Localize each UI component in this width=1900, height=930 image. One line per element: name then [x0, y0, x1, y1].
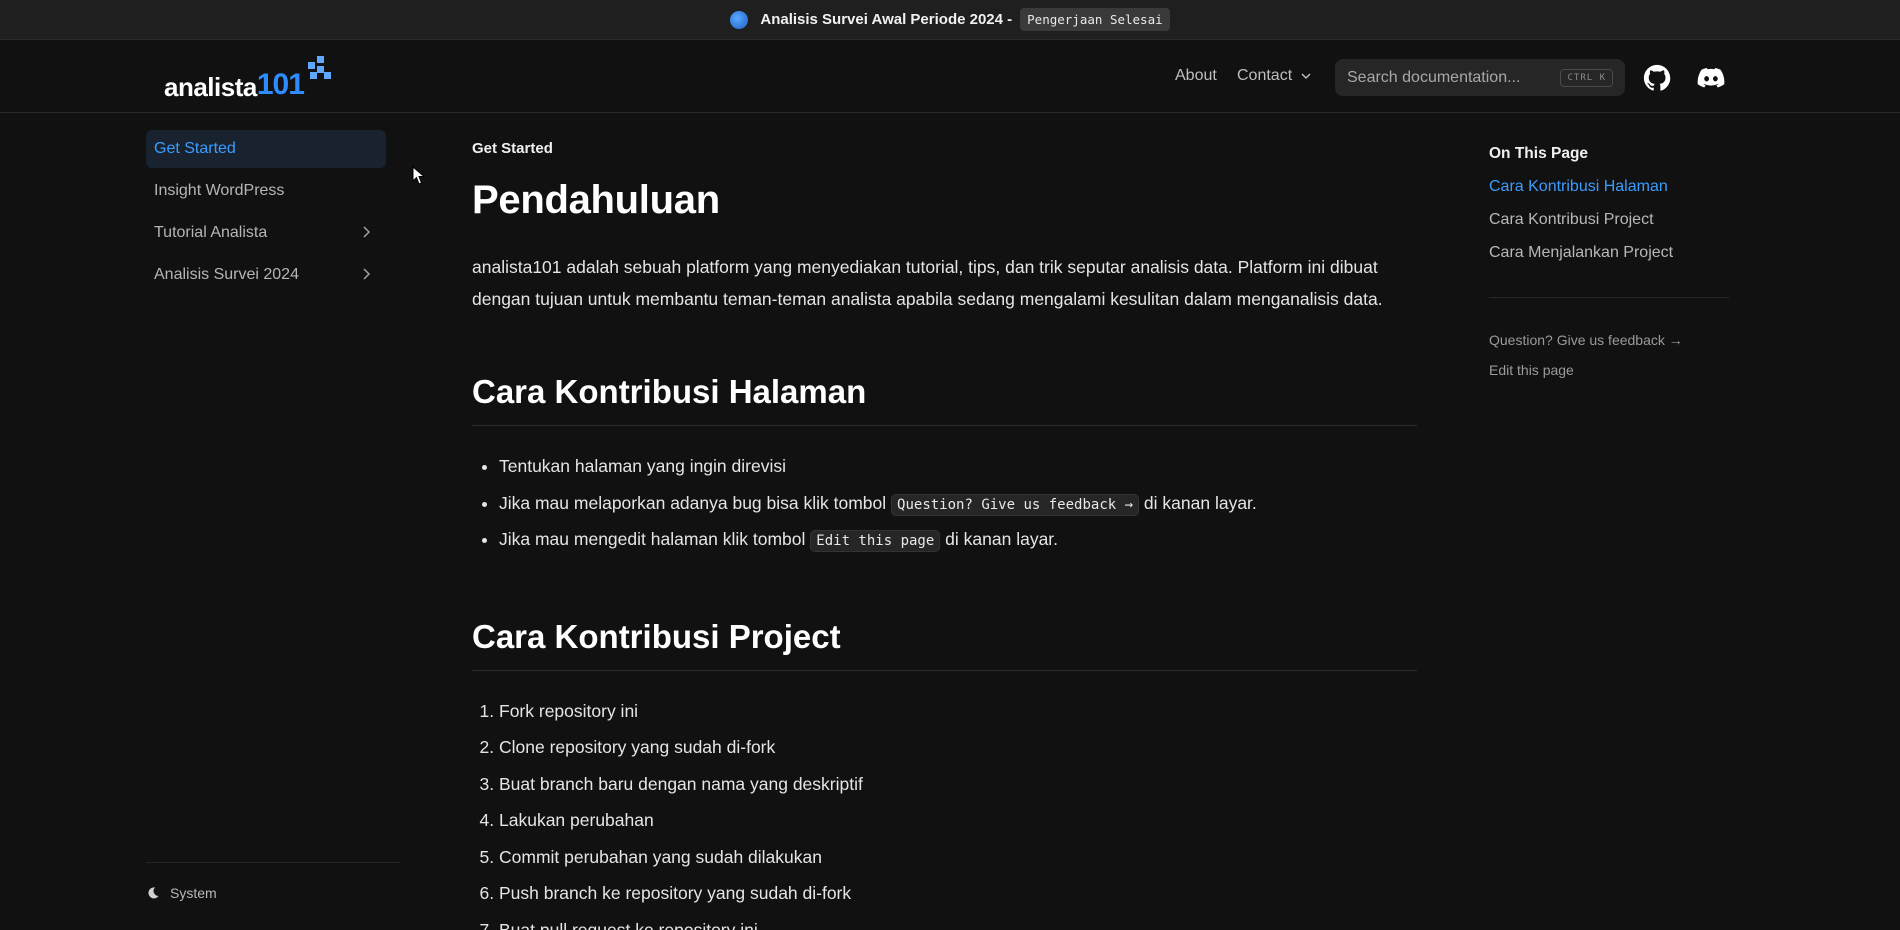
- toc-item[interactable]: Cara Kontribusi Halaman: [1489, 178, 1729, 196]
- list-item: Lakukan perubahan: [499, 802, 1417, 839]
- on-this-page-toc: On This Page Cara Kontribusi Halaman Car…: [1489, 145, 1729, 378]
- banner-badge: Pengerjaan Selesai: [1020, 8, 1170, 31]
- list-item: Jika mau mengedit halaman klik tombol Ed…: [499, 521, 1417, 558]
- sidebar-item-label: Tutorial Analista: [154, 224, 268, 241]
- discord-icon[interactable]: [1696, 63, 1726, 93]
- list-item: Push branch ke repository yang sudah di-…: [499, 875, 1417, 912]
- toc-title: On This Page: [1489, 145, 1589, 162]
- sidebar-item-tutorial-analista[interactable]: Tutorial Analista: [146, 214, 386, 252]
- sidebar-item-insight-wordpress[interactable]: Insight WordPress: [146, 172, 386, 210]
- chevron-right-icon: [363, 226, 371, 238]
- sidebar-item-label: Analisis Survei 2024: [154, 266, 299, 283]
- nav-about-link[interactable]: About: [1175, 67, 1217, 85]
- page-title: Pendahuluan: [472, 178, 720, 222]
- search-placeholder: Search documentation...: [1347, 68, 1521, 86]
- edit-page-link[interactable]: Edit this page: [1489, 362, 1729, 378]
- chevron-right-icon: [363, 268, 371, 280]
- list-item: Buat pull request ke repository ini: [499, 912, 1417, 930]
- announcement-banner[interactable]: Analisis Survei Awal Periode 2024 - Peng…: [0, 0, 1900, 40]
- inline-code: Edit this page: [810, 530, 941, 552]
- kontribusi-project-steps: Fork repository ini Clone repository yan…: [472, 693, 1417, 930]
- logo-number: 101: [256, 68, 305, 101]
- sidebar-item-analisis-survei-2024[interactable]: Analisis Survei 2024: [146, 256, 386, 294]
- section-heading-kontribusi-project: Cara Kontribusi Project: [472, 618, 1417, 671]
- toc-item[interactable]: Cara Kontribusi Project: [1489, 211, 1729, 229]
- main-content: Get Started Pendahuluan analista101 adal…: [472, 140, 1417, 930]
- list-item: Buat branch baru dengan nama yang deskri…: [499, 766, 1417, 803]
- list-item: Commit perubahan yang sudah dilakukan: [499, 839, 1417, 876]
- sidebar-nav: Get Started Insight WordPress Tutorial A…: [146, 130, 386, 298]
- moon-icon: [148, 887, 159, 899]
- feedback-link[interactable]: Question? Give us feedback →: [1489, 332, 1729, 348]
- list-item: Tentukan halaman yang ingin direvisi: [499, 448, 1417, 485]
- inline-code: Question? Give us feedback →: [891, 493, 1140, 516]
- chevron-down-icon: [1301, 73, 1311, 80]
- theme-toggle[interactable]: System: [146, 862, 400, 901]
- mouse-cursor-icon: [412, 166, 426, 185]
- top-navbar: analista 101 About Contact Search docume…: [0, 40, 1900, 113]
- github-icon[interactable]: [1642, 63, 1672, 93]
- logo-word: analista: [164, 72, 257, 102]
- search-shortcut-badge: CTRL K: [1560, 68, 1613, 87]
- search-input[interactable]: Search documentation... CTRL K: [1335, 59, 1625, 96]
- list-item: Jika mau melaporkan adanya bug bisa klik…: [499, 485, 1417, 522]
- intro-paragraph: analista101 adalah sebuah platform yang …: [472, 257, 1383, 309]
- sidebar-item-label: Get Started: [154, 140, 236, 157]
- banner-title: Analisis Survei Awal Periode 2024 -: [760, 11, 1013, 28]
- toc-item[interactable]: Cara Menjalankan Project: [1489, 244, 1729, 262]
- nav-contact-dropdown[interactable]: Contact: [1237, 67, 1312, 85]
- sidebar-item-label: Insight WordPress: [154, 182, 285, 199]
- kontribusi-halaman-list: Tentukan halaman yang ingin direvisi Jik…: [472, 448, 1417, 558]
- nav-contact-label: Contact: [1237, 67, 1293, 84]
- site-logo[interactable]: analista 101: [164, 56, 332, 100]
- sidebar-item-get-started[interactable]: Get Started: [146, 130, 386, 168]
- theme-label: System: [170, 885, 217, 901]
- list-item: Clone repository yang sudah di-fork: [499, 729, 1417, 766]
- globe-icon: [730, 10, 749, 29]
- toc-divider: [1489, 297, 1729, 298]
- list-item: Fork repository ini: [499, 693, 1417, 730]
- logo-blocks-icon: [302, 56, 332, 100]
- section-heading-kontribusi-halaman: Cara Kontribusi Halaman: [472, 373, 1417, 426]
- breadcrumb: Get Started: [472, 140, 553, 157]
